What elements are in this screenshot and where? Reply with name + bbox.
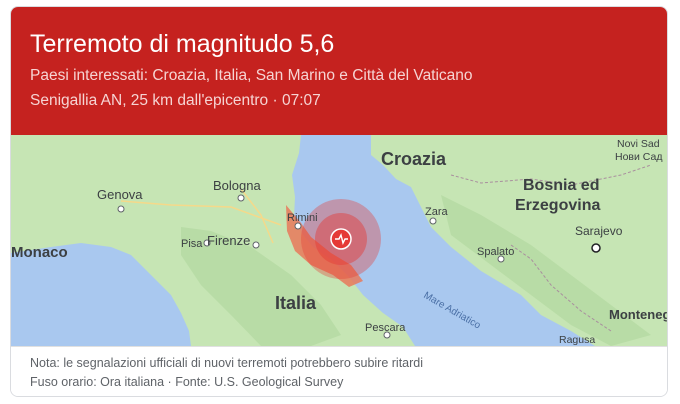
label-novi-sad: Novi Sad bbox=[617, 138, 660, 150]
label-croazia: Croazia bbox=[381, 149, 447, 169]
map-canvas: Croazia Bosnia ed Erzegovina Genova Bolo… bbox=[11, 135, 668, 346]
genova-dot bbox=[117, 205, 125, 213]
label-ragusa: Ragusa bbox=[559, 334, 595, 346]
label-spalato: Spalato bbox=[477, 246, 514, 258]
label-bosnia-2: Erzegovina bbox=[515, 197, 600, 214]
alert-header: Terremoto di magnitudo 5,6 Paesi interes… bbox=[11, 7, 667, 135]
label-rimini: Rimini bbox=[287, 212, 318, 224]
label-pescara: Pescara bbox=[365, 322, 406, 334]
map[interactable]: Croazia Bosnia ed Erzegovina Genova Bolo… bbox=[11, 135, 668, 346]
label-monaco: Monaco bbox=[11, 244, 68, 261]
zara-dot bbox=[429, 217, 437, 225]
label-novi-sad-cyr: Нови Сад bbox=[615, 151, 662, 163]
label-pisa: Pisa bbox=[181, 238, 203, 250]
sarajevo-dot bbox=[591, 243, 601, 253]
label-genova: Genova bbox=[97, 187, 143, 202]
label-bologna: Bologna bbox=[213, 178, 261, 193]
delay-note: Nota: le segnalazioni ufficiali di nuovi… bbox=[30, 356, 424, 370]
earthquake-card: Terremoto di magnitudo 5,6 Paesi interes… bbox=[10, 6, 668, 397]
source-info: Fuso orario: Ora italiana · Fonte: U.S. … bbox=[30, 375, 344, 389]
epicenter-location: Senigallia AN, 25 km dall'epicentro · 07… bbox=[30, 92, 321, 109]
label-zara: Zara bbox=[425, 206, 449, 218]
label-sarajevo: Sarajevo bbox=[575, 224, 623, 238]
label-italia: Italia bbox=[275, 293, 317, 313]
affected-countries: Paesi interessati: Croazia, Italia, San … bbox=[30, 67, 473, 84]
alert-title: Terremoto di magnitudo 5,6 bbox=[30, 30, 335, 58]
bologna-dot bbox=[237, 194, 245, 202]
footer: Nota: le segnalazioni ufficiali di nuovi… bbox=[11, 346, 667, 396]
label-firenze: Firenze bbox=[207, 233, 250, 248]
label-bosnia-1: Bosnia ed bbox=[523, 177, 599, 194]
firenze-dot bbox=[252, 241, 260, 249]
label-montenegro: Monteneg bbox=[609, 307, 668, 322]
